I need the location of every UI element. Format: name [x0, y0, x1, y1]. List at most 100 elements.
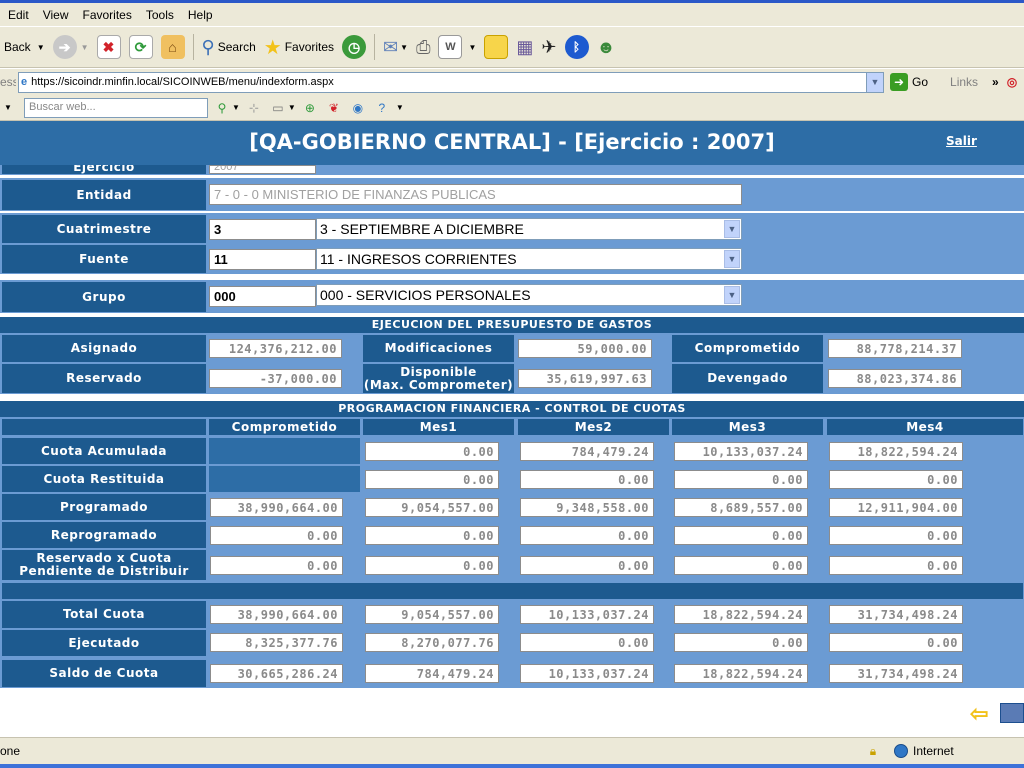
cuatrimestre-select[interactable]: 3 - SEPTIEMBRE A DICIEMBRE ▼ [316, 218, 742, 240]
table-cell: 8,689,557.00 [674, 498, 808, 517]
grupo-select[interactable]: 000 - SERVICIOS PERSONALES ▼ [316, 284, 742, 306]
table-cell: 9,054,557.00 [365, 498, 499, 517]
table-cell: 0.00 [674, 470, 808, 489]
address-label: ess [0, 75, 16, 89]
chevron-down-icon[interactable]: ▼ [724, 220, 740, 238]
print-button[interactable]: ⎙ [412, 30, 434, 64]
tool-button[interactable]: ✈ [537, 30, 560, 64]
form-icon[interactable]: ▭ [268, 98, 288, 118]
chevron-down-icon[interactable]: ▼ [724, 250, 740, 268]
browser-toolbar: Back ▼ ➔ ▼ ✖ ⟳ ⌂ ⚲ Search ★ Favorites ◷ … [0, 26, 1024, 68]
back-arrow-icon[interactable]: ⇦ [970, 701, 988, 727]
menu-tools[interactable]: Tools [146, 8, 174, 22]
address-input[interactable]: e https://sicoindr.minfin.local/SICOINWE… [18, 71, 884, 93]
research-icon: ▦ [516, 36, 534, 57]
edit-button[interactable]: W ▼ [434, 30, 480, 64]
history-button[interactable]: ◷ [338, 30, 370, 64]
chevron-down-icon[interactable]: ▼ [232, 103, 240, 112]
refresh-button[interactable]: ⟳ [125, 30, 157, 64]
stop-button[interactable]: ✖ [93, 30, 125, 64]
table-cell: 0.00 [210, 556, 343, 575]
mail-icon[interactable]: ◉ [348, 98, 368, 118]
row-label-cuota-acumulada: Cuota Acumulada [2, 438, 206, 464]
links-toolbar[interactable]: Links [950, 75, 978, 89]
menu-view[interactable]: View [43, 8, 69, 22]
table-cell: 9,348,558.00 [520, 498, 654, 517]
entidad-input[interactable]: 7 - 0 - 0 MINISTERIO DE FINANZAS PUBLICA… [209, 184, 742, 205]
column-header: Mes3 [672, 419, 823, 435]
disponible-label-line1: Disponible [400, 364, 477, 379]
chevron-down-icon[interactable]: ▼ [396, 103, 404, 112]
column-header: Mes1 [363, 419, 514, 435]
chevron-down-icon[interactable]: ▼ [4, 103, 12, 112]
chevron-down-icon: ▼ [468, 42, 477, 52]
search-icon[interactable]: ⚲ [212, 98, 232, 118]
chevron-down-icon[interactable]: ▼ [37, 43, 45, 52]
menu-edit[interactable]: Edit [8, 8, 29, 22]
cuatrimestre-code-input[interactable]: 3 [209, 219, 316, 240]
devengado-label: Devengado [672, 364, 823, 393]
ejercicio-input[interactable]: 2007 [209, 165, 316, 174]
chevron-down-icon: ▼ [400, 42, 409, 52]
fuente-select[interactable]: 11 - INGRESOS CORRIENTES ▼ [316, 248, 742, 270]
menu-bar: Edit View Favorites Tools Help [0, 0, 1024, 26]
home-icon: ⌂ [160, 35, 185, 59]
table-cell: 9,054,557.00 [365, 605, 499, 624]
asignado-value: 124,376,212.00 [209, 339, 342, 358]
chevron-right-icon[interactable]: » [992, 75, 999, 89]
table-cell: 18,822,594.24 [829, 442, 963, 461]
forward-arrow-icon: ➔ [52, 35, 77, 59]
back-label: Back [4, 40, 31, 54]
taskbar [0, 764, 1024, 768]
web-search-input[interactable]: Buscar web... [24, 97, 208, 118]
table-cell: 10,133,037.24 [520, 605, 654, 624]
row-label-line2: Pendiente de Distribuir [19, 564, 189, 578]
mail-button[interactable]: ✉ ▼ [379, 30, 412, 64]
grupo-code-input[interactable]: 000 [209, 286, 316, 307]
notes-button[interactable] [480, 30, 512, 64]
favorites-button[interactable]: ★ Favorites [260, 30, 338, 64]
search-button[interactable]: ⚲ Search [198, 30, 260, 64]
star-icon: ★ [263, 36, 282, 59]
chevron-down-icon[interactable]: ▼ [724, 286, 740, 304]
toolbar-separator [374, 34, 376, 60]
messenger-button[interactable]: ☻ [593, 30, 620, 64]
home-button[interactable]: ⌂ [157, 30, 189, 64]
alert-icon[interactable]: ❦ [324, 98, 344, 118]
menu-help[interactable]: Help [188, 8, 213, 22]
bluetooth-button[interactable]: ᛒ [561, 30, 593, 64]
table-cell: 0.00 [365, 470, 499, 489]
chevron-down-icon[interactable]: ▼ [288, 103, 296, 112]
help-icon[interactable]: ? [372, 98, 392, 118]
back-button[interactable]: Back ▼ [0, 30, 49, 64]
toolbar-icon: ◎ [1006, 75, 1018, 89]
go-button[interactable]: ➜ Go [890, 73, 928, 91]
add-icon[interactable]: ⊕ [300, 98, 320, 118]
search-toolbar: ▼ Buscar web... ⚲ ▼ ⊹ ▭ ▼ ⊕ ❦ ◉ ? ▼ [0, 95, 1024, 121]
logout-link[interactable]: Salir [946, 134, 977, 148]
menu-favorites[interactable]: Favorites [82, 8, 131, 22]
search-icon: ⚲ [201, 36, 215, 57]
sticky-note-icon [484, 35, 509, 59]
cuatrimestre-selected: 3 - SEPTIEMBRE A DICIEMBRE [320, 221, 524, 237]
row-label-programado: Programado [2, 494, 206, 520]
forward-button[interactable]: ➔ ▼ [49, 30, 93, 64]
fuente-code-input[interactable]: 11 [209, 249, 316, 270]
research-button[interactable]: ▦ [512, 30, 537, 64]
table-cell: 12,911,904.00 [829, 498, 963, 517]
go-label: Go [912, 75, 929, 89]
asignado-label: Asignado [2, 335, 206, 362]
row-label-ejecutado: Ejecutado [2, 630, 206, 656]
highlight-icon[interactable]: ⊹ [244, 98, 264, 118]
table-cell: 0.00 [520, 556, 654, 575]
address-text: https://sicoindr.minfin.local/SICOINWEB/… [31, 76, 334, 88]
modificaciones-label: Modificaciones [363, 335, 514, 362]
table-cell: 0.00 [829, 526, 963, 545]
refresh-icon: ⟳ [128, 35, 153, 59]
fuente-label: Fuente [2, 245, 206, 273]
table-cell: 31,734,498.24 [829, 605, 963, 624]
table-cell: 0.00 [829, 633, 963, 652]
table-cell: 784,479.24 [520, 442, 654, 461]
chevron-down-icon[interactable]: ▼ [866, 72, 883, 92]
barcode-icon[interactable] [1000, 703, 1024, 723]
